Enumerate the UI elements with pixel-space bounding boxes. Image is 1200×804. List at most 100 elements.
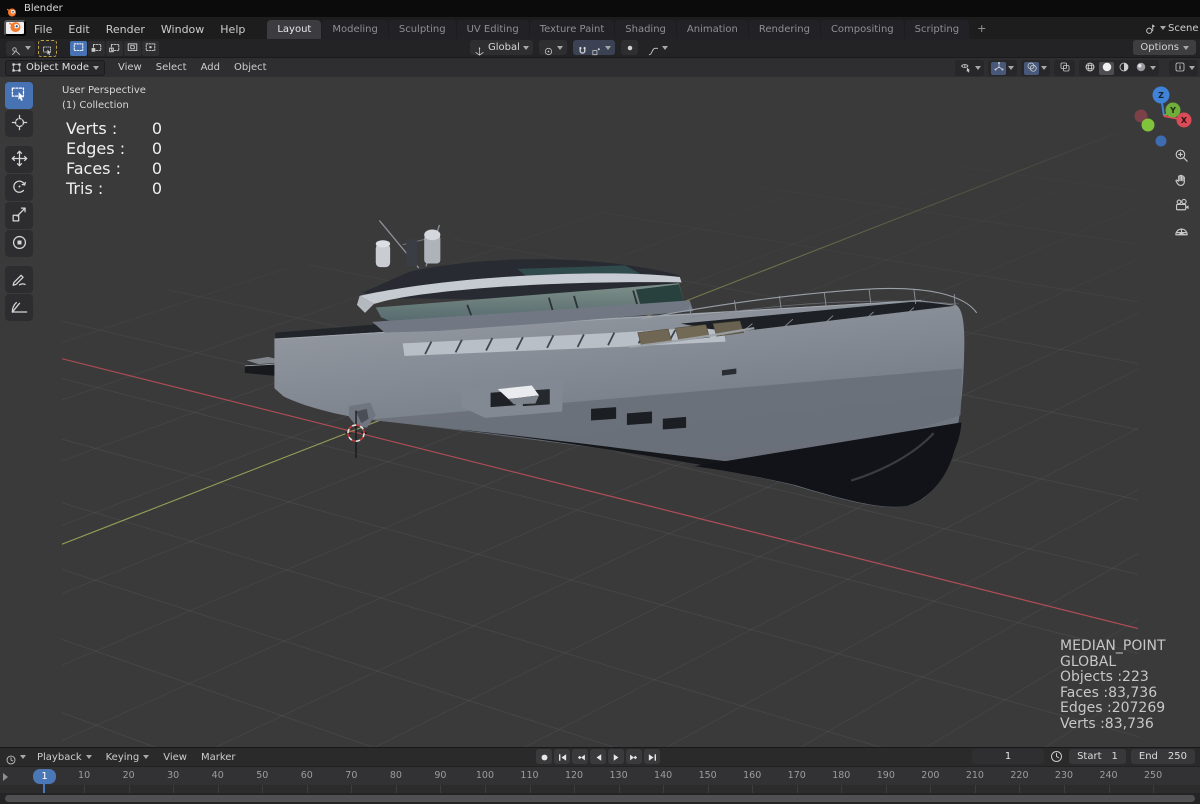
toggle-xray-button[interactable] (1057, 62, 1072, 75)
timeline-menu-item[interactable]: Playback (30, 750, 99, 765)
frame-start-field[interactable]: Start 1 (1069, 749, 1126, 764)
scene-stat-line: Objects :223 (1060, 669, 1149, 686)
select-box-icon (42, 42, 54, 56)
timeline-menu-item[interactable]: Marker (194, 750, 243, 765)
viewport-menu-item[interactable]: Add (194, 60, 227, 75)
scene-selector[interactable]: Scene (1142, 17, 1200, 39)
tool-measure-button[interactable] (5, 294, 33, 321)
tool-cursor-button[interactable] (5, 110, 33, 137)
frame-end-field[interactable]: End 250 (1130, 749, 1195, 764)
select-mode-extend-button[interactable] (88, 40, 105, 56)
shading-material-button[interactable] (1116, 62, 1131, 75)
blender-menu-button[interactable] (4, 20, 26, 36)
tool-scale-button[interactable] (5, 202, 33, 229)
menu-item[interactable]: File (26, 21, 60, 38)
workspace-tab[interactable]: Scripting (904, 20, 970, 39)
play-button[interactable] (608, 749, 624, 764)
snap-group (572, 40, 615, 56)
tool-move-button[interactable] (5, 146, 33, 173)
mode-subtract-icon (109, 41, 120, 56)
workspace-tab[interactable]: Modeling (322, 20, 388, 39)
magnet-icon[interactable] (577, 42, 588, 54)
shading-rendered-button[interactable] (1133, 62, 1148, 75)
transform-orientation-dropdown[interactable]: Global (470, 40, 533, 56)
tool-settings-dropdown[interactable] (6, 40, 35, 56)
editor-info-button[interactable] (1172, 62, 1187, 75)
shading-wireframe-button[interactable] (1082, 62, 1097, 75)
navigation-gizmo[interactable]: Z Y X (1126, 82, 1196, 152)
options-button[interactable]: Options (1133, 40, 1196, 55)
tool-select-box-button[interactable] (5, 82, 33, 109)
workspace-tab[interactable]: Sculpting (388, 20, 456, 39)
tool-transform-button[interactable] (5, 230, 33, 257)
menu-item[interactable]: Edit (60, 21, 97, 38)
workspace-tab[interactable]: Texture Paint (529, 20, 615, 39)
timeline-tick: 120 (564, 770, 584, 781)
window-title: Blender (24, 3, 63, 14)
menu-item[interactable]: Window (153, 21, 212, 38)
select-mode-intersect-button[interactable] (142, 40, 159, 56)
timeline-track[interactable] (0, 785, 1200, 793)
playback-sync-icon[interactable] (1049, 749, 1064, 764)
select-mode-subtract-button[interactable] (106, 40, 123, 56)
timeline-ruler[interactable]: 1 10 20 30 40 50 60 70 80 90 100 110 120 130 140 150 16… (0, 766, 1200, 785)
expand-channels-icon[interactable] (3, 773, 8, 781)
timeline-menu-item[interactable]: View (156, 750, 194, 765)
workspace-tab[interactable]: UV Editing (456, 20, 529, 39)
current-frame-indicator[interactable]: 1 (33, 769, 56, 784)
collection-label: (1) Collection (62, 100, 129, 111)
object-visibility-button[interactable] (958, 62, 973, 75)
workspace-tab[interactable]: Layout (267, 20, 322, 39)
timeline-tick: 90 (434, 770, 447, 781)
show-overlays-button[interactable] (1024, 61, 1039, 75)
select-mode-new-button[interactable] (70, 40, 87, 56)
viewport-menu-item[interactable]: Object (227, 60, 274, 75)
current-frame-field[interactable]: 1 (972, 749, 1045, 764)
viewport-3d[interactable]: User Perspective (1) Collection Verts : … (0, 77, 1200, 747)
timeline-scrollbar-thumb[interactable] (5, 795, 1195, 802)
select-mode-invert-button[interactable] (124, 40, 141, 56)
next-key-button[interactable] (626, 749, 642, 764)
jump-end-button[interactable] (644, 749, 660, 764)
mode-invert-icon (127, 41, 138, 56)
timeline-tick: 140 (654, 770, 673, 781)
menu-item[interactable]: Help (212, 21, 253, 38)
snap-target-icon[interactable] (591, 42, 602, 56)
nav-hand-button[interactable] (1169, 168, 1193, 192)
playhead-line[interactable] (43, 783, 45, 793)
menu-item[interactable]: Render (98, 21, 153, 38)
proportional-editing-button[interactable] (620, 40, 638, 55)
tool-settings-bar: Global Options (0, 39, 1200, 57)
nav-magnifier-button[interactable] (1169, 143, 1193, 167)
workspace-tab[interactable]: Shading (615, 20, 676, 39)
play-reverse-button[interactable] (590, 749, 606, 764)
add-workspace-button[interactable]: + (970, 20, 993, 37)
workspace-tab[interactable]: Animation (676, 20, 748, 39)
workspace-tab[interactable]: Rendering (748, 20, 820, 39)
timeline-editor-type[interactable] (5, 751, 26, 765)
tool-rotate-button[interactable] (5, 174, 33, 201)
tool-annotate-button[interactable] (5, 266, 33, 293)
timeline-menu-item[interactable]: Keying (99, 750, 157, 765)
falloff-dropdown[interactable] (644, 40, 672, 56)
pivot-point-dropdown[interactable] (538, 40, 567, 56)
workspace-tab[interactable]: Compositing (820, 20, 904, 39)
mode-dropdown[interactable]: Object Mode (5, 59, 105, 76)
timeline-tick: 20 (122, 770, 135, 781)
nav-grid-dome-button[interactable] (1169, 218, 1193, 242)
gizmo-neg-z-axis[interactable] (1155, 135, 1167, 147)
active-tool-indicator[interactable] (38, 39, 57, 57)
gizmo-neg-y-axis[interactable] (1141, 118, 1155, 132)
viewport-menu-item[interactable]: View (111, 60, 149, 75)
hud-stat-value: 0 (151, 159, 162, 178)
shading-solid-button[interactable] (1099, 61, 1114, 75)
prev-key-button[interactable] (572, 749, 588, 764)
nav-camera-button[interactable] (1169, 193, 1193, 217)
timeline-scrollbar[interactable] (0, 793, 1200, 804)
viewport-menu-item[interactable]: Select (149, 60, 194, 75)
scene-icon (1144, 21, 1158, 35)
chevron-down-icon (1183, 45, 1189, 50)
record-button[interactable] (536, 749, 552, 764)
show-gizmo-button[interactable] (991, 61, 1006, 75)
jump-start-button[interactable] (554, 749, 570, 764)
